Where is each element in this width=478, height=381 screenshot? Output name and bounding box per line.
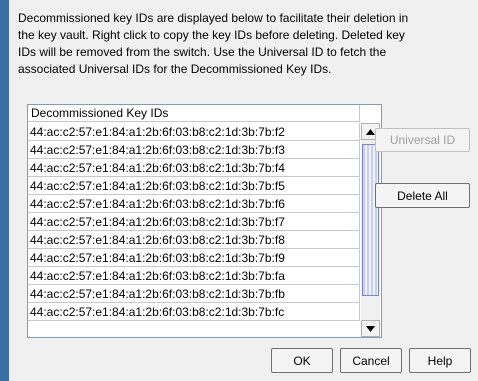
description-line: associated Universal IDs for the Decommi… bbox=[18, 62, 332, 76]
list-item[interactable]: 44:ac:c2:57:e1:84:a1:2b:6f:03:b8:c2:1d:3… bbox=[28, 267, 360, 285]
column-header-key-ids[interactable]: Decommissioned Key IDs bbox=[28, 105, 360, 122]
list-item[interactable]: 44:ac:c2:57:e1:84:a1:2b:6f:03:b8:c2:1d:3… bbox=[28, 231, 360, 249]
list-item[interactable]: 44:ac:c2:57:e1:84:a1:2b:6f:03:b8:c2:1d:3… bbox=[28, 123, 360, 141]
help-button[interactable]: Help bbox=[409, 348, 471, 373]
list-item[interactable]: 44:ac:c2:57:e1:84:a1:2b:6f:03:b8:c2:1d:3… bbox=[28, 141, 360, 159]
delete-all-button[interactable]: Delete All bbox=[375, 183, 470, 208]
cancel-button[interactable]: Cancel bbox=[340, 348, 402, 373]
vertical-scrollbar[interactable] bbox=[361, 123, 380, 337]
description-text: Decommissioned key IDs are displayed bel… bbox=[18, 10, 468, 78]
scroll-down-arrow-icon[interactable] bbox=[361, 320, 380, 337]
description-line: Decommissioned key IDs are displayed bel… bbox=[18, 11, 409, 25]
key-id-rows: 44:ac:c2:57:e1:84:a1:2b:6f:03:b8:c2:1d:3… bbox=[28, 123, 360, 321]
list-item[interactable]: 44:ac:c2:57:e1:84:a1:2b:6f:03:b8:c2:1d:3… bbox=[28, 195, 360, 213]
decommissioned-keys-dialog: Decommissioned key IDs are displayed bel… bbox=[9, 0, 478, 381]
description-line: the key vault. Right click to copy the k… bbox=[18, 28, 405, 42]
description-line: IDs will be removed from the switch. Use… bbox=[18, 45, 387, 59]
list-item[interactable]: 44:ac:c2:57:e1:84:a1:2b:6f:03:b8:c2:1d:3… bbox=[28, 213, 360, 231]
ok-button[interactable]: OK bbox=[271, 348, 333, 373]
list-item[interactable]: 44:ac:c2:57:e1:84:a1:2b:6f:03:b8:c2:1d:3… bbox=[28, 303, 360, 321]
decommissioned-key-list[interactable]: Decommissioned Key IDs 44:ac:c2:57:e1:84… bbox=[27, 104, 382, 338]
list-item[interactable]: 44:ac:c2:57:e1:84:a1:2b:6f:03:b8:c2:1d:3… bbox=[28, 159, 360, 177]
universal-id-button[interactable]: Universal ID bbox=[375, 128, 470, 152]
list-item[interactable]: 44:ac:c2:57:e1:84:a1:2b:6f:03:b8:c2:1d:3… bbox=[28, 285, 360, 303]
scroll-thumb[interactable] bbox=[362, 144, 379, 296]
window-edge bbox=[0, 0, 9, 381]
list-item[interactable]: 44:ac:c2:57:e1:84:a1:2b:6f:03:b8:c2:1d:3… bbox=[28, 249, 360, 267]
list-item[interactable]: 44:ac:c2:57:e1:84:a1:2b:6f:03:b8:c2:1d:3… bbox=[28, 177, 360, 195]
